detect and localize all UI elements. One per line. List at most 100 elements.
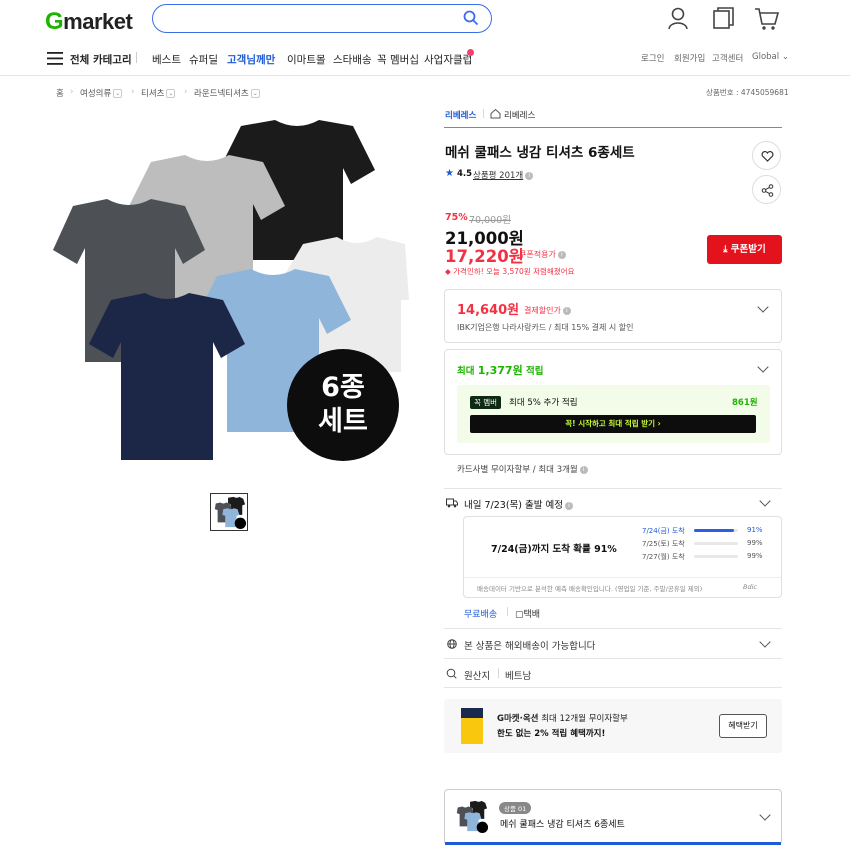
points-amount: 1,377원 (477, 364, 523, 377)
wishlist-button[interactable] (752, 141, 781, 170)
breadcrumb-home[interactable]: 홈 (56, 87, 64, 99)
nav-item-star-delivery[interactable]: 스타배송 (333, 52, 372, 67)
share-icon (761, 184, 774, 197)
forecast-date: 7/24(금) 도착 (642, 527, 685, 535)
set-badge (287, 349, 399, 461)
badge-line2: 세트 (318, 406, 368, 437)
new-badge (467, 49, 474, 56)
delivery-brand: Bdic (743, 583, 757, 591)
nav-item-superdeal[interactable]: 슈퍼딜 (189, 52, 218, 67)
installment-text: 카드사별 무이자할부 / 최대 3개월 (457, 465, 578, 475)
tshirt-navy-illustration (89, 293, 245, 460)
logo-text: market (63, 9, 133, 34)
delivery-title-text: 내일 7/23(목) 출발 예정 (464, 500, 563, 511)
origin-divider: | (497, 668, 501, 679)
customer-center-link[interactable]: 고객센터 (712, 52, 743, 64)
promo-card-icon (461, 708, 483, 744)
coupon-download-button[interactable]: ⤓ 쿠폰받기 (707, 235, 782, 264)
chevron-down-icon[interactable]: ⌄ (113, 89, 123, 98)
cart-icon[interactable] (754, 6, 780, 32)
chevron-down-icon[interactable] (759, 636, 771, 648)
badge-line1: 6종 (321, 372, 365, 403)
info-icon[interactable]: i (525, 171, 534, 180)
product-number: 상품번호 : 4745059681 (706, 88, 789, 97)
nav-item-business-club[interactable]: 사업자클럽 (424, 52, 472, 67)
chevron-down-icon[interactable] (757, 361, 769, 373)
divider (444, 127, 782, 128)
search-icon[interactable] (463, 10, 479, 26)
breadcrumb-women[interactable]: 여성의류 ⌄ (80, 87, 123, 99)
nav-item-membership[interactable]: 꼭 멤버십 (377, 52, 419, 67)
product-main-image[interactable]: 6종 세트 (45, 110, 415, 480)
origin-value: 베트남 (505, 671, 532, 682)
forecast-percent: 99% (747, 539, 763, 547)
hamburger-icon[interactable] (47, 52, 63, 65)
chevron-down-icon[interactable]: ⌄ (166, 89, 176, 98)
breadcrumb-roundneck[interactable]: 라운드넥티셔츠 ⌄ (194, 87, 260, 99)
membership-cta-button[interactable]: 꼭! 시작하고 최대 적립 받기 › (470, 415, 756, 433)
overseas-shipping-text: 본 상품은 해외배송이 가능합니다 (464, 641, 596, 652)
benefit-button[interactable]: 혜택받기 (719, 714, 767, 738)
chevron-down-icon[interactable] (759, 495, 771, 507)
option-badge: 상품 01 (499, 802, 532, 814)
member-text: 최대 5% 추가 적립 (509, 398, 578, 408)
delivery-forecast-panel: 7/24(금)까지 도착 확률 91% 7/24(금) 도착 91% 7/25(토)… (463, 516, 782, 598)
store-link[interactable]: 리베레스 (504, 109, 535, 121)
login-link[interactable]: 로그인 (641, 52, 664, 64)
forecast-bar-fill (694, 529, 735, 532)
recent-items-icon[interactable] (712, 6, 736, 30)
product-thumbnail[interactable] (210, 493, 248, 531)
main-nav: 전체 카테고리 베스트 슈퍼딜 고객님께만 이마트몰 스타배송 꼭 멤버십 사업… (0, 40, 850, 76)
courier-text: 택배 (523, 610, 541, 620)
info-icon[interactable]: i (579, 465, 588, 474)
chevron-down-icon[interactable]: ⌄ (250, 89, 260, 98)
breadcrumb-tshirts[interactable]: 티셔츠 ⌄ (141, 87, 176, 99)
info-icon[interactable]: i (557, 250, 566, 259)
chevron-down-icon[interactable] (759, 809, 771, 821)
coupon-price-label: 쿠폰적용가 i (519, 249, 566, 260)
nav-item-emart[interactable]: 이마트몰 (287, 52, 326, 67)
member-badge: 꼭 멤버 (470, 396, 502, 409)
breadcrumb-label: 여성의류 (80, 89, 112, 99)
promo-line1: G마켓·옥션 최대 12개월 무이자할부 (497, 712, 628, 724)
share-button[interactable] (752, 175, 781, 204)
forecast-percent: 91% (747, 526, 763, 534)
chevron-down-icon[interactable] (757, 301, 769, 313)
forecast-date: 7/25(토) 도착 (642, 540, 685, 548)
card-discount-desc: IBK기업은행 나라사랑카드 / 최대 15% 결제 시 할인 (457, 323, 634, 332)
gmarket-logo[interactable]: Gmarket (45, 8, 133, 36)
info-icon[interactable]: i (562, 306, 571, 315)
card-discount-panel[interactable]: 14,640원 결제할인가 i IBK기업은행 나라사랑카드 / 최대 15% 결… (444, 289, 782, 343)
reviews-link[interactable]: 상품평 201개 i (473, 169, 534, 181)
cta-label: 꼭! 시작하고 최대 적립 받기 (565, 419, 656, 428)
download-icon: ⤓ (723, 244, 731, 255)
option-selector[interactable]: 상품 01 메쉬 쿨패스 냉감 티셔츠 6종세트 (444, 789, 782, 845)
truck-icon (446, 498, 458, 508)
user-icon[interactable] (667, 6, 689, 30)
info-icon[interactable]: i (565, 501, 573, 510)
nav-item-best[interactable]: 베스트 (152, 52, 181, 67)
signup-link[interactable]: 회원가입 (674, 52, 705, 64)
all-categories-button[interactable]: 전체 카테고리 (70, 52, 132, 67)
points-title: 최대 1,377원 적립 (457, 362, 544, 378)
global-link[interactable]: Global ⌄ (752, 52, 789, 62)
promo-banner[interactable]: G마켓·옥션 최대 12개월 무이자할부 한도 없는 2% 적립 혜택까지! 혜… (444, 699, 782, 753)
divider (444, 687, 782, 688)
forecast-date: 7/27(월) 도착 (642, 553, 685, 561)
global-label: Global (752, 52, 780, 62)
heart-icon (761, 151, 774, 162)
savings-note: ◆ 가격인하! 오늘 3,570원 저렴해졌어요 (445, 267, 575, 276)
membership-box: 꼭 멤버 최대 5% 추가 적립 861원 꼭! 시작하고 최대 적립 받기 › (457, 385, 770, 443)
home-icon[interactable] (490, 108, 501, 119)
seller-name-link[interactable]: 리베레스 (445, 109, 476, 121)
original-price: 70,000원 (469, 215, 511, 226)
member-amount: 861원 (732, 398, 758, 408)
seller-divider: | (482, 109, 485, 119)
points-panel[interactable]: 최대 1,377원 적립 꼭 멤버 최대 5% 추가 적립 861원 꼭! 시작… (444, 349, 782, 455)
coupon-label-text: 쿠폰적용가 (519, 250, 556, 259)
nav-item-for-you[interactable]: 고객님께만 (227, 52, 275, 67)
search-input[interactable] (152, 4, 492, 33)
card-discount-price: 14,640원 (457, 303, 520, 318)
logo-g: G (45, 8, 64, 35)
free-shipping-label: 무료배송 (464, 610, 498, 620)
